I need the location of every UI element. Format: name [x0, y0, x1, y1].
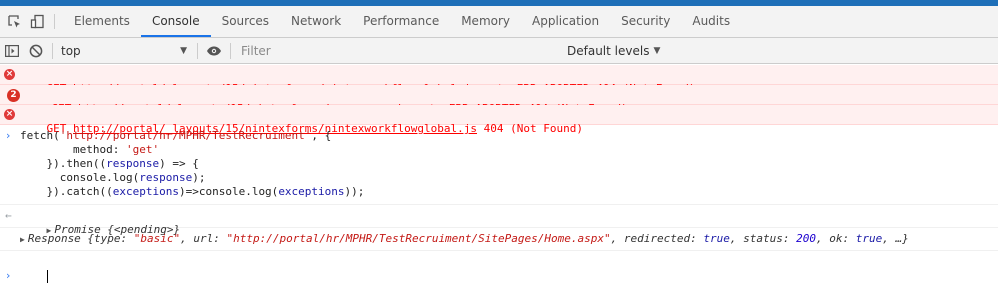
response-text: , status:: [729, 232, 797, 245]
dropdown-arrow-icon: ▼: [180, 45, 187, 56]
toolbar-divider: [52, 42, 53, 59]
tab-performance[interactable]: Performance: [352, 6, 450, 37]
tab-sources[interactable]: Sources: [211, 6, 280, 37]
clear-console-icon[interactable]: [24, 38, 48, 64]
dropdown-arrow-icon: ▼: [653, 45, 661, 56]
text-caret: [46, 269, 48, 283]
code-identifier: exceptions: [278, 185, 345, 198]
tab-console[interactable]: Console: [140, 6, 211, 37]
tab-divider: [54, 14, 55, 29]
response-ok-value: true: [855, 232, 883, 245]
response-text: , url:: [180, 232, 227, 245]
response-text: , …}: [882, 232, 909, 245]
code-identifier: response: [106, 157, 160, 170]
code-token: method:: [72, 143, 126, 156]
code-string: 'get': [125, 143, 160, 156]
input-prompt-icon: ›: [6, 269, 11, 282]
return-value-icon: ←: [5, 209, 12, 222]
log-levels-label: Default levels: [567, 43, 650, 58]
filter-input[interactable]: Filter: [235, 41, 561, 61]
code-token: );: [192, 171, 206, 184]
tab-elements[interactable]: Elements: [63, 6, 141, 37]
console-prompt-line[interactable]: ›: [0, 251, 998, 283]
show-console-sidebar-icon[interactable]: [0, 38, 24, 64]
tab-network[interactable]: Network: [280, 6, 352, 37]
code-token: fetch(: [20, 129, 60, 142]
inspect-element-icon[interactable]: [3, 6, 26, 37]
context-selector[interactable]: top ▼: [57, 41, 193, 61]
filter-placeholder: Filter: [241, 43, 271, 58]
code-string: 'http://portal/hr/MPHR/TestRecruiment': [59, 129, 312, 142]
response-text: , redirected:: [610, 232, 704, 245]
console-messages: ×GET http://portal/_layouts/15/nintexfor…: [0, 65, 998, 283]
response-status-value: 200: [796, 232, 816, 245]
code-token: console.log(: [59, 171, 140, 184]
response-url-value: "http://portal/hr/MPHR/TestRecruiment/Si…: [226, 232, 611, 245]
context-value: top: [61, 43, 81, 58]
console-error-row: 2GET http://portal/_layouts/15/nintexfor…: [0, 85, 998, 115]
response-text: , ok:: [815, 232, 856, 245]
code-token: )=>console.log(: [178, 185, 279, 198]
toolbar-divider: [197, 42, 198, 59]
code-token: ));: [344, 185, 365, 198]
response-type-value: "basic": [133, 232, 181, 245]
device-toolbar-icon[interactable]: [26, 6, 49, 37]
repeat-count-badge: 2: [7, 89, 20, 102]
live-expression-eye-icon[interactable]: [202, 38, 226, 64]
code-token: }).then((: [46, 157, 107, 170]
expand-triangle-icon[interactable]: ▶: [20, 235, 25, 244]
code-token: , {: [311, 129, 332, 142]
log-levels-dropdown[interactable]: Default levels ▼: [561, 44, 660, 58]
console-error-row: ×GET http://portal/_layouts/15/nintexfor…: [0, 65, 998, 95]
tab-security[interactable]: Security: [610, 6, 681, 37]
code-identifier: exceptions: [112, 185, 179, 198]
error-icon: ×: [4, 69, 15, 80]
tab-application[interactable]: Application: [521, 6, 610, 37]
tab-audits[interactable]: Audits: [681, 6, 741, 37]
console-result-response: ▶ Response {type: "basic", url: "http://p…: [0, 228, 998, 251]
response-text[interactable]: Response {type:: [28, 232, 134, 245]
console-toolbar: top ▼ Filter Default levels ▼: [0, 38, 998, 64]
error-icon: ×: [4, 109, 15, 120]
code-identifier: response: [139, 171, 193, 184]
console-input-entry: › fetch('http://portal/hr/MPHR/TestRecrui…: [0, 125, 998, 205]
response-redirected-value: true: [703, 232, 730, 245]
code-token: }).catch((: [46, 185, 113, 198]
devtools-tab-strip: Elements Console Sources Network Perform…: [0, 6, 998, 38]
code-token: ) => {: [159, 157, 199, 170]
console-error-row: ×GET http://portal/_layouts/15/nintexfor…: [0, 105, 998, 135]
tab-memory[interactable]: Memory: [450, 6, 521, 37]
input-prompt-icon: ›: [6, 129, 11, 142]
toolbar-divider: [230, 42, 231, 59]
console-result-promise: ← ▶ Promise {<pending>}: [0, 205, 998, 236]
